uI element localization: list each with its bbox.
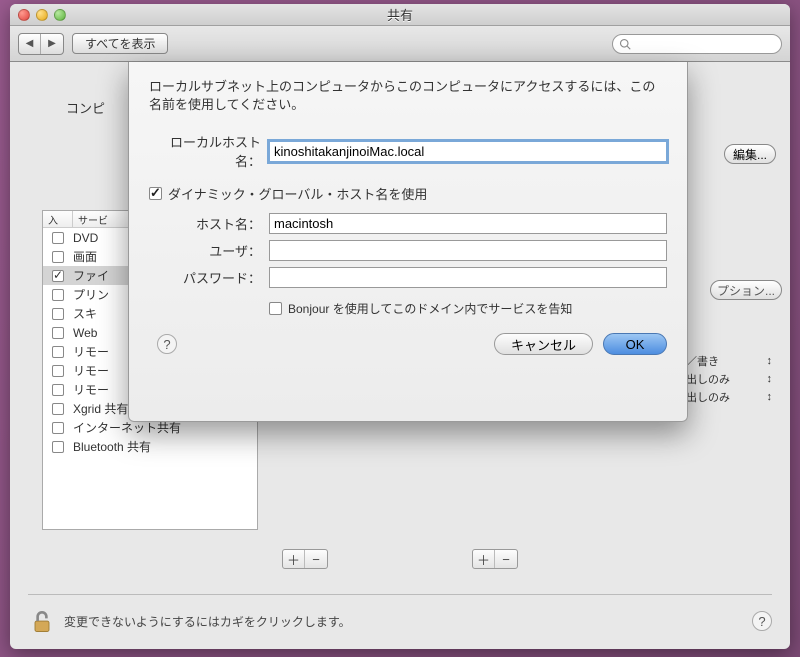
remove-folder-button[interactable]: − — [305, 550, 327, 568]
bonjour-checkbox-row[interactable]: Bonjour を使用してこのドメイン内でサービスを告知 — [269, 300, 667, 317]
add-user-button[interactable]: ＋ — [473, 550, 495, 568]
computer-name-label: コンピ — [66, 98, 105, 117]
permission-item[interactable]: 出しのみ↕ — [686, 388, 772, 406]
ok-button[interactable]: OK — [603, 333, 667, 355]
service-checkbox[interactable] — [52, 365, 64, 377]
permission-item[interactable]: ／書き↕ — [686, 352, 772, 370]
bonjour-label: Bonjour を使用してこのドメイン内でサービスを告知 — [288, 300, 572, 317]
password-label: パスワード： — [149, 268, 269, 287]
plus-minus-left: ＋ − — [282, 549, 328, 569]
back-button[interactable]: ◀ — [19, 34, 41, 54]
help-button-main[interactable]: ? — [752, 611, 772, 631]
dynamic-hostname-label: ダイナミック・グローバル・ホスト名を使用 — [168, 184, 427, 203]
service-checkbox[interactable] — [52, 384, 64, 396]
dynamic-hostname-checkbox[interactable] — [149, 187, 162, 200]
nav-buttons: ◀ ▶ — [18, 33, 64, 55]
remove-user-button[interactable]: − — [495, 550, 517, 568]
preferences-window: 共有 ◀ ▶ すべてを表示 コンピ 編集... 入 サービ DVD画面ファイプリ… — [10, 4, 790, 649]
toolbar: ◀ ▶ すべてを表示 — [10, 26, 790, 62]
service-checkbox[interactable] — [52, 403, 64, 415]
forward-button[interactable]: ▶ — [41, 34, 63, 54]
service-checkbox[interactable] — [52, 270, 64, 282]
hostname-sheet: ローカルサブネット上のコンピュータからこのコンピュータにアクセスするには、この名… — [128, 62, 688, 422]
service-checkbox[interactable] — [52, 327, 64, 339]
service-checkbox[interactable] — [52, 232, 64, 244]
bonjour-checkbox[interactable] — [269, 302, 282, 315]
col-on: 入 — [43, 211, 73, 227]
service-checkbox[interactable] — [52, 441, 64, 453]
content-area: コンピ 編集... 入 サービ DVD画面ファイプリンスキWebリモーリモーリモ… — [10, 62, 790, 649]
service-checkbox[interactable] — [52, 346, 64, 358]
user-row: ユーザ： — [149, 240, 667, 261]
user-input[interactable] — [269, 240, 667, 261]
dynamic-hostname-checkbox-row[interactable]: ダイナミック・グローバル・ホスト名を使用 — [149, 184, 667, 203]
lock-text: 変更できないようにするにはカギをクリックします。 — [64, 613, 351, 630]
password-row: パスワード： — [149, 267, 667, 288]
sheet-button-row: ? キャンセル OK — [149, 333, 667, 355]
hostname-input[interactable] — [269, 213, 667, 234]
local-hostname-row: ローカルホスト名： — [149, 132, 667, 170]
hostname-row: ホスト名： — [149, 213, 667, 234]
plus-minus-right: ＋ − — [472, 549, 518, 569]
titlebar: 共有 — [10, 4, 790, 26]
service-row[interactable]: Bluetooth 共有 — [43, 437, 257, 456]
local-hostname-label: ローカルホスト名： — [149, 132, 269, 170]
hostname-label: ホスト名： — [149, 214, 269, 233]
cancel-button[interactable]: キャンセル — [494, 333, 593, 355]
lock-row: 変更できないようにするにはカギをクリックします。 ? — [28, 594, 772, 635]
password-input[interactable] — [269, 267, 667, 288]
help-button-sheet[interactable]: ? — [157, 334, 177, 354]
window-title: 共有 — [10, 5, 790, 24]
edit-button[interactable]: 編集... — [724, 144, 776, 164]
permission-item[interactable]: 出しのみ↕ — [686, 370, 772, 388]
search-icon — [619, 38, 631, 50]
service-label: Bluetooth 共有 — [73, 438, 257, 455]
service-checkbox[interactable] — [52, 251, 64, 263]
show-all-button[interactable]: すべてを表示 — [72, 33, 168, 54]
sheet-description: ローカルサブネット上のコンピュータからこのコンピュータにアクセスするには、この名… — [149, 78, 667, 114]
add-folder-button[interactable]: ＋ — [283, 550, 305, 568]
service-checkbox[interactable] — [52, 422, 64, 434]
service-checkbox[interactable] — [52, 308, 64, 320]
permissions-column: ／書き↕出しのみ↕出しのみ↕ — [686, 352, 772, 406]
lock-icon[interactable] — [28, 607, 56, 635]
service-checkbox[interactable] — [52, 289, 64, 301]
local-hostname-input[interactable] — [269, 141, 667, 162]
user-label: ユーザ： — [149, 241, 269, 260]
search-input[interactable] — [612, 34, 782, 54]
options-button[interactable]: プション... — [710, 280, 782, 300]
